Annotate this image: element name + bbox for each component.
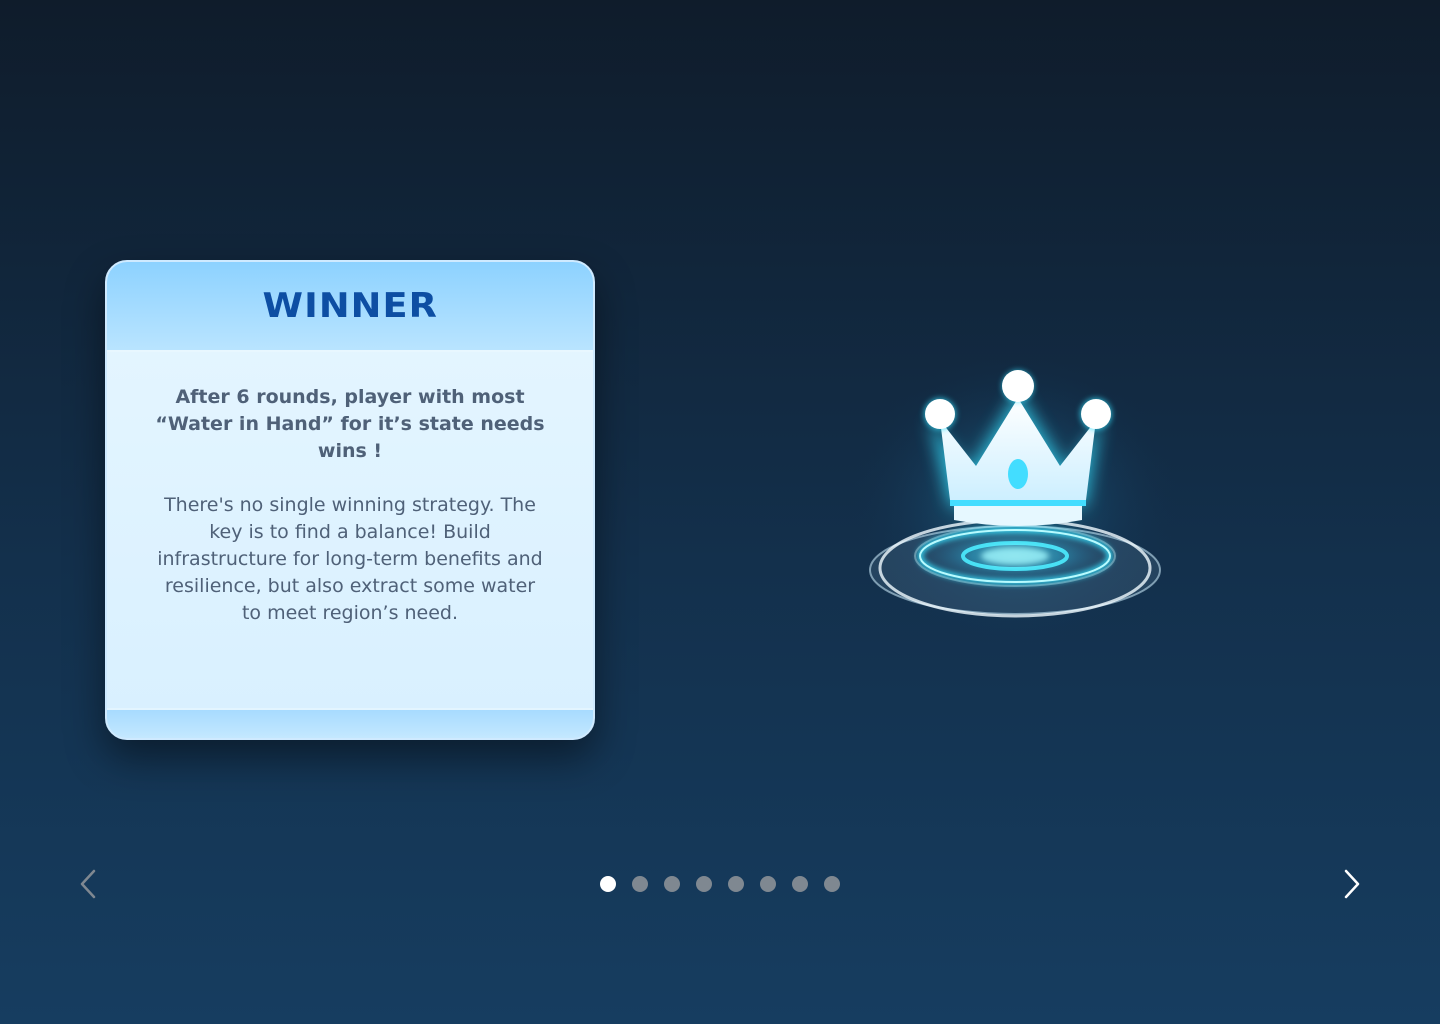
page-dot-3[interactable] [664, 876, 680, 892]
page-dot-2[interactable] [632, 876, 648, 892]
page-dot-6[interactable] [760, 876, 776, 892]
page-dot-7[interactable] [792, 876, 808, 892]
card-footer [107, 708, 593, 738]
pagination-dots [600, 876, 840, 892]
previous-button[interactable] [70, 866, 106, 902]
page-dot-5[interactable] [728, 876, 744, 892]
crown-on-glowing-pedestal-icon [850, 340, 1180, 650]
page-dot-8[interactable] [824, 876, 840, 892]
card-title: WINNER [262, 286, 438, 326]
strategy-text: There's no single winning strategy. The … [157, 494, 543, 624]
page-dot-1[interactable] [600, 876, 616, 892]
win-condition-text: After 6 rounds, player with most “Water … [155, 386, 545, 462]
chevron-right-icon [1344, 869, 1360, 899]
page-dot-4[interactable] [696, 876, 712, 892]
card-header: WINNER [107, 262, 593, 352]
chevron-left-icon [80, 869, 96, 899]
info-card: WINNER After 6 rounds, player with most … [105, 260, 595, 740]
next-button[interactable] [1334, 866, 1370, 902]
card-body: After 6 rounds, player with most “Water … [107, 352, 593, 627]
